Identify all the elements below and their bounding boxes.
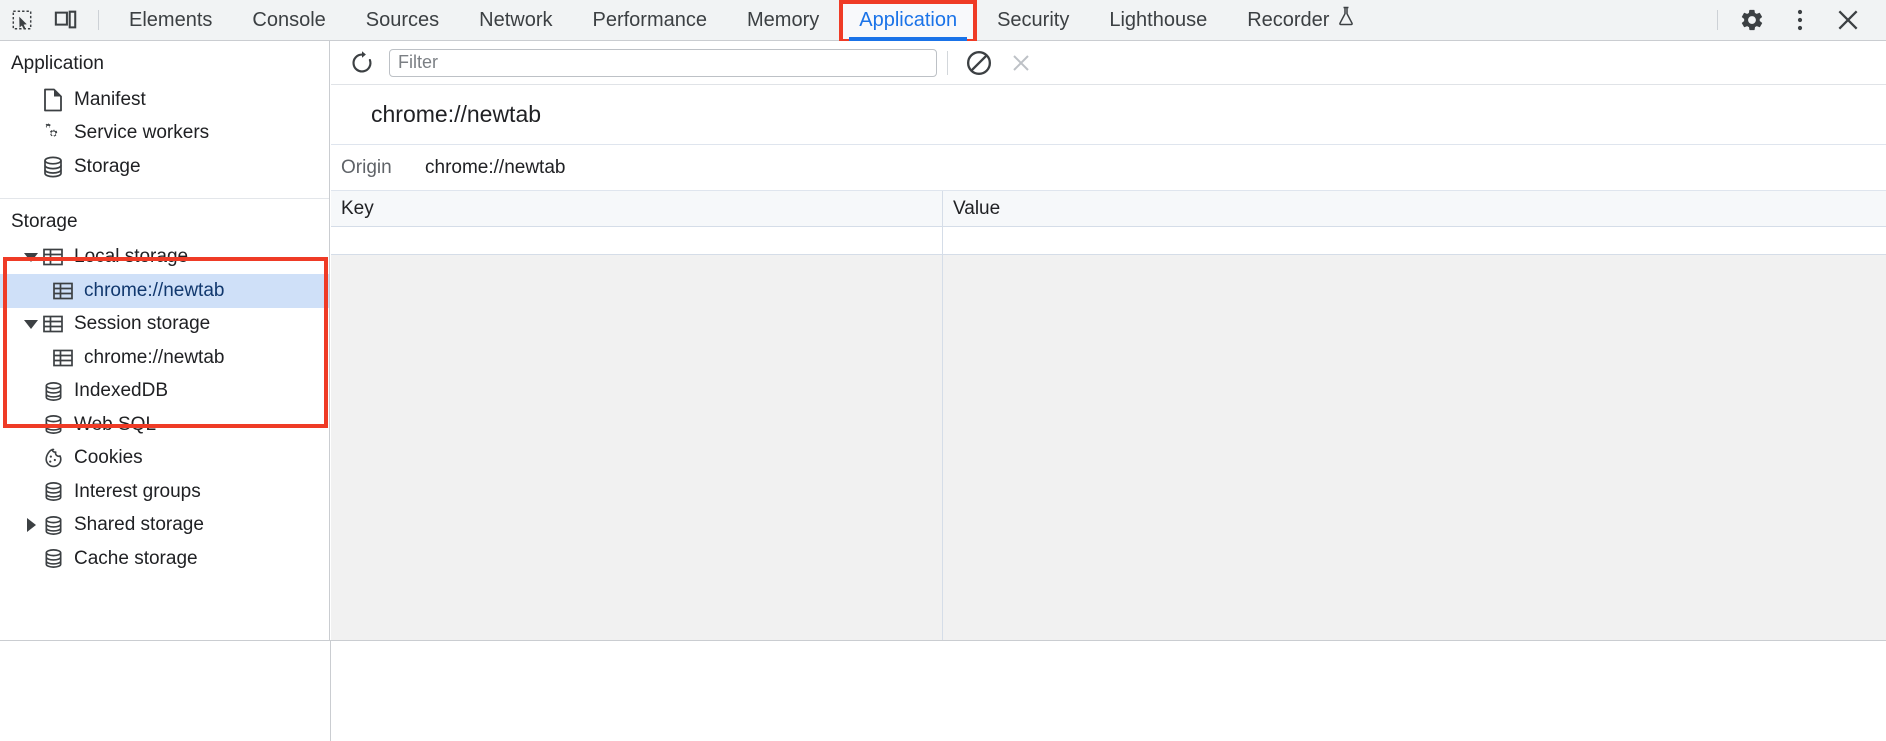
sidebar-item-local-storage-newtab[interactable]: chrome://newtab xyxy=(0,274,329,308)
sidebar-item-local-storage[interactable]: Local storage xyxy=(0,241,329,275)
toolbar-divider xyxy=(947,50,948,75)
sidebar-item-label: Cache storage xyxy=(74,547,198,569)
refresh-icon[interactable] xyxy=(341,42,383,84)
sidebar-item-session-storage[interactable]: Session storage xyxy=(0,308,329,342)
tab-label: Memory xyxy=(747,8,820,31)
application-sidebar: Application Manifest Service workers Sto… xyxy=(0,41,330,640)
device-toolbar-icon[interactable] xyxy=(44,0,88,41)
sidebar-item-label: IndexedDB xyxy=(74,380,169,402)
tab-label: Lighthouse xyxy=(1109,8,1208,31)
cell-key[interactable] xyxy=(331,227,943,254)
database-icon xyxy=(40,512,66,538)
sidebar-item-label: chrome://newtab xyxy=(84,346,225,368)
tab-label: Performance xyxy=(592,8,708,31)
tab-label: Elements xyxy=(129,8,213,31)
sidebar-item-label: Storage xyxy=(74,155,141,177)
origin-value: chrome://newtab xyxy=(425,156,566,178)
sidebar-item-label: Session storage xyxy=(74,313,211,335)
tabbar-right-controls xyxy=(1707,0,1886,41)
sidebar-section-title-storage: Storage xyxy=(11,210,78,232)
filter-input[interactable] xyxy=(389,48,937,77)
tab-lighthouse[interactable]: Lighthouse xyxy=(1089,0,1227,41)
bottom-strip xyxy=(0,640,1886,741)
clear-all-icon[interactable] xyxy=(958,42,1000,84)
sidebar-item-label: Shared storage xyxy=(74,514,204,536)
table-grid-icon xyxy=(40,244,66,270)
more-options-kebab-icon[interactable] xyxy=(1776,0,1824,41)
bottom-strip-sidebar-area xyxy=(0,641,331,741)
tab-application[interactable]: Application xyxy=(839,0,978,43)
sidebar-item-interest-groups[interactable]: Interest groups xyxy=(0,475,329,509)
sidebar-item-service-workers[interactable]: Service workers xyxy=(0,117,329,151)
sidebar-item-label: Local storage xyxy=(74,246,189,268)
sidebar-item-storage[interactable]: Storage xyxy=(0,150,329,184)
inspect-element-icon[interactable] xyxy=(0,0,44,41)
tab-label: Network xyxy=(479,8,553,31)
sidebar-item-indexeddb[interactable]: IndexedDB xyxy=(0,375,329,409)
storage-database-icon xyxy=(40,154,66,180)
sidebar-item-label: Manifest xyxy=(74,88,146,110)
sidebar-item-shared-storage[interactable]: Shared storage xyxy=(0,509,329,543)
panel-title: chrome://newtab xyxy=(331,85,1886,145)
flask-icon xyxy=(1337,0,1355,41)
tab-console[interactable]: Console xyxy=(232,0,345,41)
tab-security[interactable]: Security xyxy=(977,0,1089,41)
origin-label: Origin xyxy=(341,156,392,178)
column-header-key[interactable]: Key xyxy=(331,191,943,226)
tabbar-right-divider xyxy=(1717,10,1718,30)
cookie-icon xyxy=(40,445,66,471)
sidebar-item-label: Interest groups xyxy=(74,480,201,502)
table-grid-icon xyxy=(50,345,76,371)
datagrid-header-row: Key Value xyxy=(331,191,1886,227)
service-workers-gears-icon xyxy=(40,120,66,146)
chevron-down-icon[interactable] xyxy=(22,253,40,262)
sidebar-item-cache-storage[interactable]: Cache storage xyxy=(0,542,329,576)
database-icon xyxy=(40,378,66,404)
sidebar-item-manifest[interactable]: Manifest xyxy=(0,83,329,117)
sidebar-item-web-sql[interactable]: Web SQL xyxy=(0,408,329,442)
column-header-value[interactable]: Value xyxy=(943,191,1886,226)
sidebar-item-cookies[interactable]: Cookies xyxy=(0,442,329,476)
tab-label: Console xyxy=(252,8,326,31)
tab-label: Sources xyxy=(365,8,440,31)
filler-key-column xyxy=(331,255,943,640)
tab-sources[interactable]: Sources xyxy=(346,0,459,41)
tab-label: Application xyxy=(859,8,958,31)
sidebar-item-label: Web SQL xyxy=(74,413,157,435)
sidebar-item-label: Service workers xyxy=(74,122,210,144)
close-devtools-icon[interactable] xyxy=(1824,0,1872,41)
storage-main-panel: chrome://newtab Origin chrome://newtab K… xyxy=(331,41,1886,640)
tabbar-divider xyxy=(98,10,99,30)
tab-network[interactable]: Network xyxy=(459,0,572,41)
sidebar-section-title-application: Application xyxy=(11,53,104,74)
tab-label: Security xyxy=(997,8,1070,31)
table-row[interactable] xyxy=(331,227,1886,255)
tab-recorder[interactable]: Recorder xyxy=(1227,0,1375,41)
sidebar-item-label: chrome://newtab xyxy=(84,279,225,301)
storage-toolbar xyxy=(331,41,1886,85)
chevron-right-icon[interactable] xyxy=(22,518,40,532)
devtools-tabbar: Elements Console Sources Network Perform… xyxy=(0,0,1886,43)
database-icon xyxy=(40,546,66,572)
cell-value[interactable] xyxy=(943,227,1886,254)
filler-value-column xyxy=(943,255,1886,640)
table-grid-icon xyxy=(50,278,76,304)
datagrid-empty-filler xyxy=(331,255,1886,640)
origin-row: Origin chrome://newtab xyxy=(331,145,1886,191)
tab-elements[interactable]: Elements xyxy=(109,0,232,41)
database-icon xyxy=(40,412,66,438)
tab-performance[interactable]: Performance xyxy=(573,0,728,41)
storage-datagrid: Key Value xyxy=(331,191,1886,640)
settings-gear-icon[interactable] xyxy=(1728,0,1776,41)
devtools-tab-list: Elements Console Sources Network Perform… xyxy=(109,0,1375,43)
delete-selected-icon[interactable] xyxy=(1000,42,1042,84)
manifest-document-icon xyxy=(40,87,66,113)
tab-label: Recorder xyxy=(1247,8,1330,31)
sidebar-item-label: Cookies xyxy=(74,447,143,469)
sidebar-item-session-storage-newtab[interactable]: chrome://newtab xyxy=(0,341,329,375)
table-grid-icon xyxy=(40,311,66,337)
tab-memory[interactable]: Memory xyxy=(727,0,839,41)
database-icon xyxy=(40,479,66,505)
chevron-down-icon[interactable] xyxy=(22,320,40,329)
